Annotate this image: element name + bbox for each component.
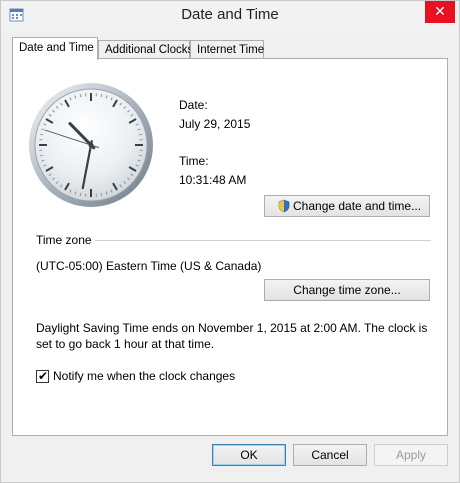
time-zone-heading: Time zone [36,233,92,247]
time-label: Time: [179,154,209,168]
analog-clock [29,83,153,207]
time-value: 10:31:48 AM [179,173,247,187]
change-date-time-button[interactable]: Change date and time... [264,195,430,217]
minute-tick [79,192,82,196]
date-label: Date: [179,98,208,112]
tab-internet-time[interactable]: Internet Time [190,40,264,58]
window-title: Date and Time [181,6,279,23]
minute-tick [100,192,103,196]
notify-checkbox[interactable]: ✔ [36,369,49,383]
clock-center [88,142,94,148]
tab-additional-clocks[interactable]: Additional Clocks [98,40,193,58]
minute-tick [40,133,44,136]
minute-tick [79,94,82,98]
tab-date-and-time[interactable]: Date and Time [12,37,98,60]
time-zone-value: (UTC-05:00) Eastern Time (US & Canada) [36,259,262,273]
dst-text-line-1: Daylight Saving Time ends on November 1,… [36,321,428,335]
cancel-button[interactable]: Cancel [293,444,367,466]
apply-button[interactable]: Apply [374,444,448,466]
uac-shield-icon [278,199,290,213]
change-date-time-label: Change date and time... [293,199,422,213]
change-time-zone-button[interactable]: Change time zone... [264,279,430,301]
tab-panel: Date: July 29, 2015 Time: 10:31:48 AM Ch… [12,58,448,436]
close-button[interactable]: ✕ [425,1,455,23]
checkmark-icon: ✔ [38,369,49,383]
notify-label[interactable]: Notify me when the clock changes [53,369,235,383]
minute-tick [40,154,44,157]
time-zone-divider [95,240,431,241]
minute-tick [138,154,142,157]
title-bar: Date and Time ✕ [1,1,459,31]
date-and-time-window: Date and Time ✕ Date and Time Additional… [0,0,460,483]
minute-tick [138,133,142,136]
dst-text-line-2: set to go back 1 hour at that time. [36,337,215,351]
ok-button[interactable]: OK [212,444,286,466]
date-value: July 29, 2015 [179,117,251,131]
minute-tick [100,94,103,98]
